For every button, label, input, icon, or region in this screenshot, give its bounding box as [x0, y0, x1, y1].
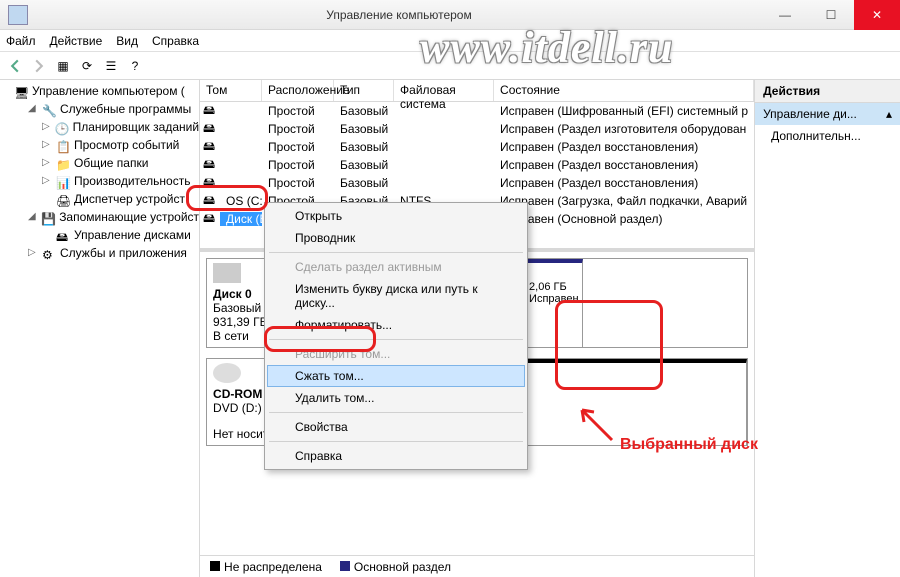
disk-icon [213, 263, 241, 283]
tree-eventviewer[interactable]: ▷📋Просмотр событий [42, 136, 199, 154]
tree-scheduler[interactable]: ▷🕒Планировщик заданий [42, 118, 199, 136]
tree-storage[interactable]: ◢💾Запоминающие устройст [28, 208, 199, 226]
back-button[interactable] [4, 55, 26, 77]
tree-performance[interactable]: ▷📊Производительность [42, 172, 199, 190]
ctx-active: Сделать раздел активным [267, 256, 525, 278]
vol-rasp: Простой [262, 140, 334, 154]
tree-diskmgmt[interactable]: 🖴Управление дисками [42, 226, 199, 244]
vol-sost: Исправен (Раздел восстановления) [494, 140, 754, 154]
volume-row[interactable]: 🖴 Простой Базовый Исправен (Раздел восст… [200, 138, 754, 156]
vol-rasp: Простой [262, 158, 334, 172]
maximize-button[interactable]: ☐ [808, 0, 854, 30]
ctx-delete[interactable]: Удалить том... [267, 387, 525, 409]
col-rasp[interactable]: Расположение [262, 80, 334, 101]
legend-unalloc: Не распределена [210, 560, 322, 574]
legend: Не распределена Основной раздел [200, 555, 754, 577]
vol-sost: Исправен (Раздел восстановления) [494, 176, 754, 190]
ctx-extend: Расширить том... [267, 343, 525, 365]
toolbar-icon[interactable]: ☰ [100, 55, 122, 77]
ctx-format[interactable]: Форматировать... [267, 314, 525, 336]
help-button[interactable]: ? [124, 55, 146, 77]
vol-tip: Базовый [334, 122, 394, 136]
collapse-icon: ▴ [886, 107, 892, 121]
actions-diskmgmt[interactable]: Управление ди...▴ [755, 103, 900, 125]
toolbar: ▦ ⟳ ☰ ? [0, 52, 900, 80]
vol-rasp: Простой [262, 176, 334, 190]
col-tom[interactable]: Том [200, 80, 262, 101]
volume-row[interactable]: 🖴 Простой Базовый Исправен (Раздел восст… [200, 174, 754, 192]
vol-tip: Базовый [334, 104, 394, 118]
vol-tom: OS (C:) [220, 194, 262, 208]
col-fs[interactable]: Файловая система [394, 80, 494, 101]
app-icon [8, 5, 28, 25]
close-button[interactable]: ✕ [854, 0, 900, 30]
actions-more[interactable]: Дополнительн... [755, 125, 900, 147]
tree-sharedfolders[interactable]: ▷📁Общие папки [42, 154, 199, 172]
vol-sost: Исправен (Основной раздел) [494, 212, 754, 226]
ctx-explorer[interactable]: Проводник [267, 227, 525, 249]
ctx-letter[interactable]: Изменить букву диска или путь к диску... [267, 278, 525, 314]
col-tip[interactable]: Тип [334, 80, 394, 101]
partition[interactable]: 2,06 ГБИсправен (Р [523, 259, 583, 347]
vol-tip: Базовый [334, 176, 394, 190]
context-menu: Открыть Проводник Сделать раздел активны… [264, 202, 528, 470]
minimize-button[interactable]: — [762, 0, 808, 30]
volume-icon: 🖴 [200, 209, 220, 230]
vol-sost: Исправен (Шифрованный (EFI) системный р [494, 104, 754, 118]
ctx-open[interactable]: Открыть [267, 205, 525, 227]
volume-row[interactable]: 🖴 Простой Базовый Исправен (Раздел изгот… [200, 120, 754, 138]
cdrom-icon [213, 363, 241, 383]
ctx-shrink[interactable]: Сжать том... [267, 365, 525, 387]
vol-sost: Исправен (Раздел восстановления) [494, 158, 754, 172]
col-sost[interactable]: Состояние [494, 80, 754, 101]
tree-services[interactable]: ▷⚙Службы и приложения [28, 244, 199, 262]
tree-pane: 🖥Управление компьютером ( ◢🔧Служебные пр… [0, 80, 200, 577]
vol-tom: Диск (E:) [220, 212, 262, 226]
legend-primary: Основной раздел [340, 560, 451, 574]
toolbar-icon[interactable]: ▦ [52, 55, 74, 77]
menu-action[interactable]: Действие [50, 34, 103, 48]
vol-rasp: Простой [262, 104, 334, 118]
refresh-button[interactable]: ⟳ [76, 55, 98, 77]
menu-file[interactable]: Файл [6, 34, 36, 48]
vol-sost: Исправен (Загрузка, Файл подкачки, Авари… [494, 194, 754, 208]
vol-rasp: Простой [262, 122, 334, 136]
titlebar: Управление компьютером — ☐ ✕ [0, 0, 900, 30]
tree-root[interactable]: 🖥Управление компьютером ( [14, 82, 199, 100]
volume-header: Том Расположение Тип Файловая система Со… [200, 80, 754, 102]
ctx-help[interactable]: Справка [267, 445, 525, 467]
volume-row[interactable]: 🖴 Простой Базовый Исправен (Шифрованный … [200, 102, 754, 120]
menu-help[interactable]: Справка [152, 34, 199, 48]
tree-devicemgr[interactable]: 🖨Диспетчер устройст [42, 190, 199, 208]
vol-sost: Исправен (Раздел изготовителя оборудован [494, 122, 754, 136]
vol-tip: Базовый [334, 140, 394, 154]
actions-pane: Действия Управление ди...▴ Дополнительн.… [755, 80, 900, 577]
menu-view[interactable]: Вид [116, 34, 138, 48]
window-title: Управление компьютером [36, 8, 762, 22]
actions-header: Действия [755, 80, 900, 103]
volume-row[interactable]: 🖴 Простой Базовый Исправен (Раздел восст… [200, 156, 754, 174]
tree-system-tools[interactable]: ◢🔧Служебные программы [28, 100, 199, 118]
menubar: Файл Действие Вид Справка [0, 30, 900, 52]
ctx-props[interactable]: Свойства [267, 416, 525, 438]
vol-tip: Базовый [334, 158, 394, 172]
forward-button[interactable] [28, 55, 50, 77]
